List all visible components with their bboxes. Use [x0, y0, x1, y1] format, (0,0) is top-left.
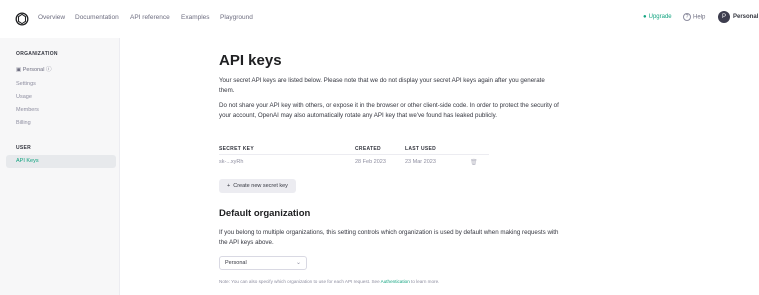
- plus-icon: +: [227, 183, 231, 189]
- help-label: Help: [693, 14, 706, 21]
- trash-icon[interactable]: 🗑: [470, 159, 478, 166]
- user-menu-label[interactable]: Personal: [733, 14, 758, 20]
- avatar[interactable]: P: [718, 11, 730, 23]
- upgrade-label: Upgrade: [648, 14, 672, 20]
- org-selector-label: Personal: [22, 67, 45, 73]
- default-organization-description: If you belong to multiple organizations,…: [219, 229, 559, 246]
- note-suffix: to learn more.: [409, 279, 440, 284]
- nav-api-reference[interactable]: API reference: [130, 14, 170, 21]
- organization-select[interactable]: Personal ⌄: [219, 256, 307, 270]
- page-title: API keys: [219, 52, 282, 69]
- note-prefix: Note: You can also specify which organiz…: [219, 279, 381, 284]
- column-header-created: CREATED: [355, 146, 381, 152]
- help-circle-icon: ?: [683, 13, 691, 21]
- intro-text: Your secret API keys are listed below. P…: [219, 77, 545, 94]
- help-link[interactable]: ? Help: [683, 13, 705, 21]
- openai-logo-icon[interactable]: [15, 12, 29, 26]
- table-header-divider: [219, 154, 489, 155]
- last-used-date: 23 Mar 2023: [405, 159, 436, 165]
- building-icon: ▣: [16, 67, 22, 73]
- authentication-link[interactable]: Authentication: [381, 279, 410, 284]
- sidebar-section-organization: ORGANIZATION: [16, 51, 58, 57]
- star-icon: ●: [643, 14, 647, 20]
- sidebar-item-members[interactable]: Members: [16, 107, 39, 113]
- upgrade-link[interactable]: ● Upgrade: [643, 14, 672, 20]
- sidebar-item-billing[interactable]: Billing: [16, 120, 31, 126]
- sidebar-item-usage[interactable]: Usage: [16, 94, 32, 100]
- sidebar-item-api-keys[interactable]: API Keys: [16, 158, 39, 164]
- create-secret-key-button[interactable]: + Create new secret key: [219, 179, 296, 193]
- nav-playground[interactable]: Playground: [220, 14, 253, 21]
- secret-key-value: sk-...xyRh: [219, 159, 244, 165]
- organization-select-value: Personal: [225, 260, 247, 266]
- created-date: 28 Feb 2023: [355, 159, 386, 165]
- nav-overview[interactable]: Overview: [38, 14, 65, 21]
- top-navigation: Overview Documentation API reference Exa…: [0, 0, 759, 38]
- info-icon: ⓘ: [45, 67, 52, 73]
- organization-note: Note: You can also specify which organiz…: [219, 279, 439, 284]
- create-secret-key-label: Create new secret key: [233, 183, 288, 189]
- column-header-last-used: LAST USED: [405, 146, 437, 152]
- sidebar: ORGANIZATION ▣ Personal ⓘ Settings Usage…: [0, 38, 120, 295]
- column-header-secret-key: SECRET KEY: [219, 146, 254, 152]
- nav-documentation[interactable]: Documentation: [75, 14, 119, 21]
- default-organization-heading: Default organization: [219, 208, 311, 219]
- org-selector[interactable]: ▣ Personal ⓘ: [16, 65, 52, 73]
- warning-text: Do not share your API key with others, o…: [219, 102, 559, 119]
- sidebar-section-user: USER: [16, 145, 32, 151]
- nav-examples[interactable]: Examples: [181, 14, 210, 21]
- chevron-down-icon: ⌄: [295, 260, 301, 266]
- sidebar-item-settings[interactable]: Settings: [16, 81, 36, 87]
